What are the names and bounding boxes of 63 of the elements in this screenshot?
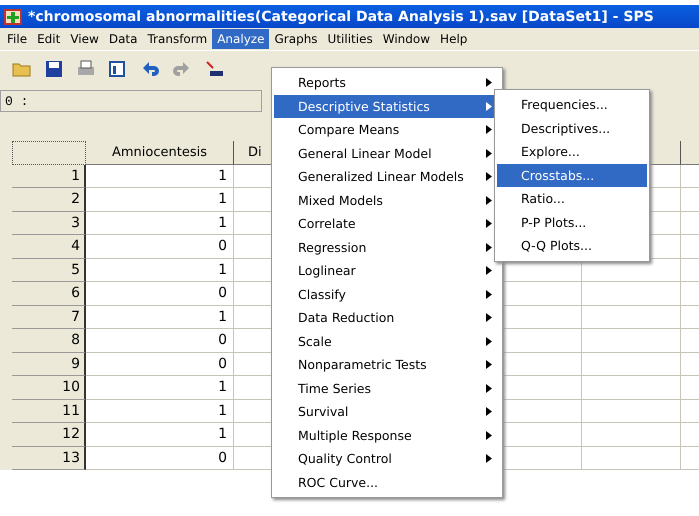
menu-item[interactable]: Utilities <box>322 29 378 49</box>
menu-item[interactable]: Q-Q Plots... <box>497 234 647 258</box>
row-number[interactable]: 9 <box>12 352 86 376</box>
table-cell: 1 <box>86 376 234 400</box>
menu-item[interactable]: Time Series <box>274 376 500 400</box>
menu-item[interactable]: File <box>2 29 32 49</box>
table-cell: 1 <box>86 306 234 329</box>
menu-item[interactable]: Quality Control <box>274 447 500 470</box>
menu-item[interactable]: View <box>65 29 104 49</box>
save-icon[interactable] <box>44 60 64 78</box>
go-to-case-icon[interactable] <box>204 60 224 78</box>
menu-item[interactable]: P-P Plots... <box>497 210 647 234</box>
table-cell: 1 <box>86 164 234 188</box>
menu-item[interactable]: Crosstabs... <box>497 164 647 187</box>
window-title: *chromosomal abnormalities(Categorical Data Analysis 1).sav [DataSet1] - SPS <box>28 8 654 24</box>
row-number[interactable]: 8 <box>12 329 86 352</box>
row-number[interactable]: 6 <box>12 282 86 306</box>
print-icon[interactable] <box>76 60 96 78</box>
table-cell: 1 <box>86 423 234 446</box>
cell-editor[interactable]: 0 : <box>0 90 262 112</box>
app-icon <box>4 8 22 24</box>
menu-item[interactable]: Multiple Response <box>274 424 500 447</box>
row-number[interactable]: 7 <box>12 306 86 329</box>
row-number[interactable]: 12 <box>12 423 86 446</box>
menu-item[interactable]: Classify <box>274 282 500 306</box>
menu-item[interactable]: Explore... <box>497 140 647 164</box>
menu-item[interactable]: Data Reduction <box>274 306 500 330</box>
table-cell: 0 <box>86 352 234 376</box>
row-number[interactable]: 4 <box>12 235 86 258</box>
menu-item[interactable]: Scale <box>274 330 500 353</box>
row-number[interactable]: 10 <box>12 376 86 400</box>
table-cell: 1 <box>86 212 234 235</box>
menu-item[interactable]: Frequencies... <box>497 93 647 116</box>
column-header[interactable]: Amniocentesis <box>86 141 234 164</box>
row-number[interactable]: 2 <box>12 188 86 212</box>
menu-item[interactable]: Loglinear <box>274 259 500 282</box>
menu-item[interactable]: ROC Curve... <box>274 470 500 494</box>
dialog-icon[interactable] <box>108 60 128 78</box>
menu-item[interactable]: Transform <box>142 29 212 49</box>
menu-item[interactable]: Analyze <box>212 29 270 49</box>
grid-corner[interactable] <box>12 141 86 164</box>
menu-item[interactable]: Descriptives... <box>497 116 647 140</box>
menu-item[interactable]: Data <box>104 29 142 49</box>
menu-item[interactable]: Help <box>435 29 472 49</box>
table-cell: 1 <box>86 258 234 282</box>
menu-item[interactable]: Graphs <box>269 29 323 49</box>
menu-item[interactable]: Window <box>378 29 436 49</box>
row-number[interactable]: 11 <box>12 400 86 423</box>
table-cell: 0 <box>86 235 234 258</box>
table-cell: 1 <box>86 188 234 212</box>
menu-item[interactable]: Reports <box>274 71 500 94</box>
table-cell: 0 <box>86 282 234 306</box>
table-cell: 0 <box>86 329 234 352</box>
table-cell: 1 <box>86 400 234 423</box>
row-number[interactable]: 5 <box>12 258 86 282</box>
menu-item[interactable]: Edit <box>32 29 66 49</box>
menu-item[interactable]: Ratio... <box>497 187 647 210</box>
row-number[interactable]: 13 <box>12 446 86 470</box>
table-cell: 0 <box>86 446 234 470</box>
menu-item[interactable]: Nonparametric Tests <box>274 353 500 376</box>
row-number[interactable]: 3 <box>12 212 86 235</box>
row-number[interactable]: 1 <box>12 164 86 188</box>
menu-item[interactable]: Survival <box>274 400 500 424</box>
